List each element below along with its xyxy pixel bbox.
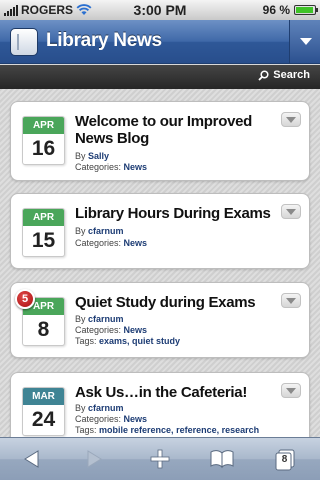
category-link[interactable]: News [124, 325, 148, 335]
post-item[interactable]: APR 16 Welcome to our Improved News Blog… [10, 101, 310, 181]
forward-button[interactable] [72, 438, 116, 480]
author-label: By [75, 403, 86, 413]
menu-toggle-button[interactable] [289, 20, 320, 63]
category-link[interactable]: News [124, 162, 148, 172]
post-categories: Categories: News [75, 414, 147, 425]
open-pages-count: 8 [281, 454, 288, 465]
app-header: Library News [0, 20, 320, 64]
back-button[interactable] [10, 438, 54, 480]
post-categories: Categories: News [75, 325, 147, 336]
bookmarks-button[interactable] [198, 438, 242, 480]
chevron-down-icon [286, 117, 296, 123]
date-month: APR [23, 117, 64, 134]
expand-post-button[interactable] [281, 204, 301, 219]
search-icon [258, 69, 269, 81]
date-month: APR [23, 209, 64, 226]
chevron-down-icon [286, 388, 296, 394]
date-badge: APR 15 [22, 208, 65, 257]
category-link[interactable]: News [124, 414, 148, 424]
author-name[interactable]: cfarnum [88, 403, 124, 413]
browser-toolbar: 8 [0, 437, 320, 480]
battery-level-fill [296, 7, 314, 13]
tag-links[interactable]: exams, quiet study [99, 336, 180, 346]
categories-label: Categories: [75, 238, 122, 248]
author-name[interactable]: cfarnum [88, 314, 124, 324]
post-author: By Sally [75, 151, 109, 162]
pages-button[interactable]: 8 [262, 438, 306, 480]
post-title[interactable]: Welcome to our Improved News Blog [75, 113, 283, 147]
post-title[interactable]: Library Hours During Exams [75, 205, 283, 222]
chevron-down-icon [286, 298, 296, 304]
expand-post-button[interactable] [281, 383, 301, 398]
categories-label: Categories: [75, 325, 122, 335]
author-label: By [75, 151, 86, 161]
date-badge: APR 8 5 [15, 289, 65, 346]
post-title[interactable]: Quiet Study during Exams [75, 294, 283, 311]
tags-label: Tags: [75, 425, 97, 435]
categories-label: Categories: [75, 414, 122, 424]
date-day: 24 [31, 408, 56, 431]
search-button[interactable]: Search [258, 69, 310, 81]
back-arrow-icon [24, 450, 39, 468]
author-label: By [75, 226, 86, 236]
date-day: 15 [31, 229, 56, 252]
status-bar: ROGERS 3:00 PM 96 % [0, 0, 320, 20]
post-tags: Tags: exams, quiet study [75, 336, 180, 347]
battery-percent: 96 % [262, 3, 290, 17]
bookmarks-icon [210, 450, 234, 469]
add-icon [150, 449, 170, 469]
expand-post-button[interactable] [281, 112, 301, 127]
date-badge: MAR 24 [22, 387, 65, 436]
battery-icon [294, 5, 318, 15]
expand-post-button[interactable] [281, 293, 301, 308]
add-bookmark-button[interactable] [138, 438, 182, 480]
post-title[interactable]: Ask Us…in the Cafeteria! [75, 384, 283, 401]
author-name[interactable]: Sally [88, 151, 109, 161]
category-link[interactable]: News [124, 238, 148, 248]
post-author: By cfarnum [75, 314, 124, 325]
tag-links[interactable]: mobile reference, reference, research [99, 425, 259, 435]
post-categories: Categories: News [75, 162, 147, 173]
post-author: By cfarnum [75, 403, 124, 414]
author-label: By [75, 314, 86, 324]
post-tags: Tags: mobile reference, reference, resea… [75, 425, 259, 436]
forward-arrow-icon [87, 450, 102, 468]
chevron-down-icon [300, 38, 312, 45]
post-item[interactable]: MAR 24 Ask Us…in the Cafeteria! By cfarn… [10, 372, 310, 437]
comment-count-badge[interactable]: 5 [15, 289, 35, 309]
post-list: APR 16 Welcome to our Improved News Blog… [0, 89, 320, 437]
date-month: MAR [23, 388, 64, 405]
search-bar: Search [0, 65, 320, 89]
post-author: By cfarnum [75, 226, 124, 237]
author-name[interactable]: cfarnum [88, 226, 124, 236]
tags-label: Tags: [75, 336, 97, 346]
search-label: Search [273, 69, 310, 81]
page-title: Library News [46, 30, 162, 51]
date-badge: APR 16 [22, 116, 65, 165]
status-right: 96 % [262, 3, 318, 17]
categories-label: Categories: [75, 162, 122, 172]
app-logo-icon [10, 28, 38, 56]
chevron-down-icon [286, 209, 296, 215]
post-item[interactable]: APR 8 5 Quiet Study during Exams By cfar… [10, 282, 310, 358]
post-categories: Categories: News [75, 238, 147, 249]
date-day: 8 [37, 318, 50, 341]
date-day: 16 [31, 137, 56, 160]
post-item[interactable]: APR 15 Library Hours During Exams By cfa… [10, 193, 310, 269]
